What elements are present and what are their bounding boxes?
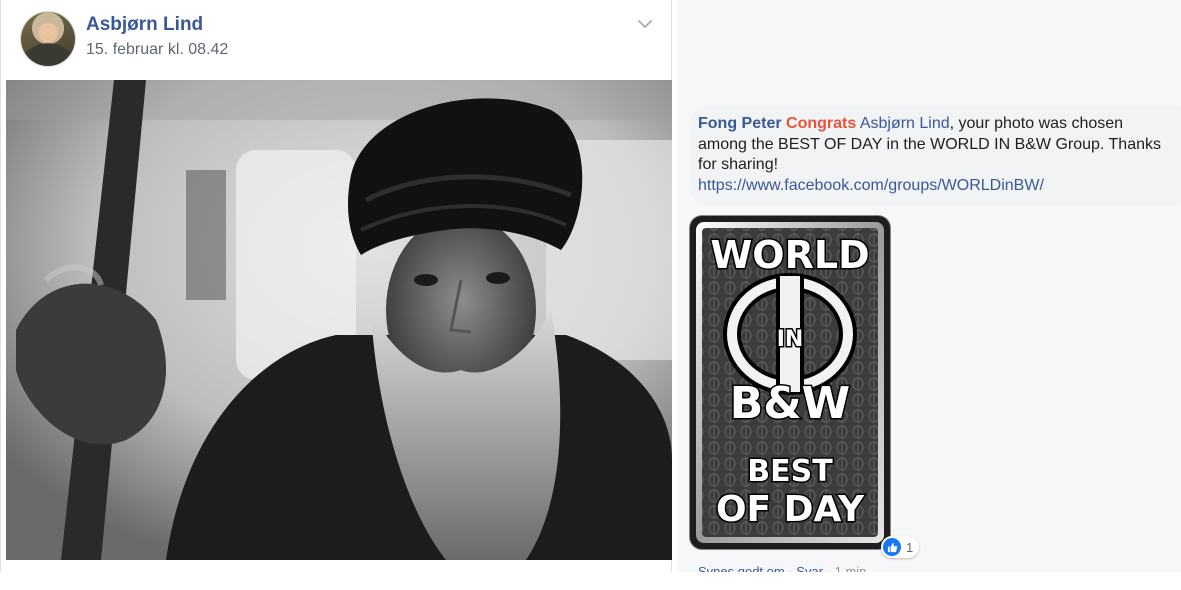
badge-text-world: WORLD <box>710 233 869 277</box>
badge-text-ofday: OF DAY <box>716 489 865 530</box>
post-timestamp[interactable]: 15. februar kl. 08.42 <box>86 41 228 59</box>
comment-url-link[interactable]: https://www.facebook.com/groups/WORLDinB… <box>698 177 1044 194</box>
comment-highlight: Congrats <box>786 115 857 132</box>
post-header: Asbjørn Lind 15. februar kl. 08.42 <box>21 10 671 70</box>
reaction-count: 1 <box>906 539 914 555</box>
comment-text-line3: for sharing! <box>698 156 779 173</box>
badge-text-in: IN <box>777 327 804 352</box>
reaction-summary[interactable]: 1 <box>881 536 920 558</box>
thumbs-up-icon <box>883 538 901 556</box>
badge-text-best: BEST <box>747 454 833 489</box>
comment-actions: Synes godt om · Svar · 1 min <box>698 564 866 572</box>
badge-graphic: WORLD IN B&W BEST OF DAY <box>690 216 890 549</box>
portrait-image <box>6 80 672 560</box>
post-photo[interactable] <box>6 80 672 560</box>
comment-mention[interactable]: Asbjørn Lind <box>860 115 950 132</box>
comment-text-line1: , your photo was chosen <box>949 115 1124 132</box>
comment-time[interactable]: 1 min <box>835 564 867 572</box>
best-of-day-badge-image[interactable]: WORLD IN B&W BEST OF DAY <box>690 216 890 549</box>
post-card: Asbjørn Lind 15. februar kl. 08.42 <box>0 0 672 572</box>
badge-text-bw: B&W <box>730 378 850 429</box>
chevron-down-icon[interactable] <box>635 14 655 34</box>
separator-dot: · <box>826 564 835 572</box>
like-comment-link[interactable]: Synes godt om <box>698 564 785 572</box>
reply-link[interactable]: Svar <box>796 564 823 572</box>
comment-text-line2: among the BEST OF DAY in the WORLD IN B&… <box>698 135 1161 153</box>
author-name[interactable]: Asbjørn Lind <box>86 14 203 36</box>
comment-author[interactable]: Fong Peter <box>698 115 782 132</box>
comment-bubble: Fong Peter Congrats Asbjørn Lind, your p… <box>690 105 1181 205</box>
author-avatar[interactable] <box>21 12 75 66</box>
comment-panel: Fong Peter Congrats Asbjørn Lind, your p… <box>678 0 1181 572</box>
